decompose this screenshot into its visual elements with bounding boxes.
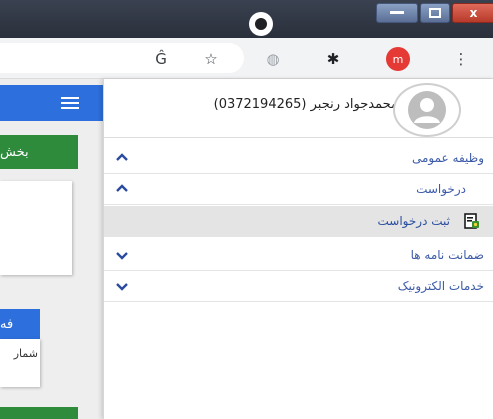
maximize-button[interactable] — [420, 3, 450, 23]
menu-item-guarantees[interactable]: ضمانت نامه ها — [104, 240, 493, 271]
chevron-up-icon — [116, 184, 128, 192]
nav-drawer: محمدجواد رنجبر (0372194265) وظیفه عمومی … — [103, 79, 493, 419]
globe-icon[interactable]: ◍ — [262, 48, 284, 70]
menu-item-label: ثبت درخواست — [377, 214, 451, 228]
user-name: محمدجواد رنجبر (0372194265) — [213, 97, 398, 112]
menu-item-general-duty[interactable]: وظیفه عمومی — [104, 143, 493, 174]
page-content-left: بخش فه شمار — [0, 79, 103, 419]
menu-item-label: ضمانت نامه ها — [410, 248, 484, 262]
close-button[interactable]: x — [452, 3, 493, 23]
menu-toggle-button[interactable] — [0, 85, 103, 121]
content-card — [0, 181, 72, 275]
browser-toolbar: Ĝ ☆ ◍ ✱ m ⋮ — [0, 38, 493, 79]
menu-item-e-services[interactable]: خدمات الکترونیک — [104, 271, 493, 302]
chevron-down-icon — [116, 252, 128, 260]
maximize-icon — [429, 8, 441, 18]
menu-item-label: درخواست — [416, 182, 466, 196]
puzzle-icon[interactable]: ✱ — [322, 48, 344, 70]
chevron-down-icon — [116, 283, 128, 291]
info-card: شمار — [0, 339, 40, 387]
list-tab[interactable]: فه — [0, 309, 40, 339]
bottom-green-bar[interactable] — [0, 407, 78, 419]
translate-icon[interactable]: Ĝ — [150, 48, 172, 70]
profile-avatar[interactable]: m — [386, 47, 410, 71]
more-vert-icon[interactable]: ⋮ — [450, 48, 472, 70]
incognito-profile-icon[interactable] — [249, 12, 273, 36]
user-avatar-icon[interactable] — [393, 83, 461, 137]
section-tab[interactable]: بخش — [0, 135, 78, 169]
user-header: محمدجواد رنجبر (0372194265) — [104, 79, 493, 138]
minimize-icon — [390, 11, 404, 14]
hamburger-icon — [61, 94, 79, 112]
menu-item-label: وظیفه عمومی — [411, 151, 484, 165]
menu-item-submit-request[interactable]: ثبت درخواست — [104, 206, 493, 237]
minimize-button[interactable] — [376, 3, 418, 23]
menu-item-label: خدمات الکترونیک — [397, 279, 484, 293]
close-icon: x — [469, 6, 478, 20]
document-lock-icon — [464, 213, 479, 229]
star-icon[interactable]: ☆ — [200, 48, 222, 70]
window-titlebar: x — [0, 0, 493, 38]
menu-item-request[interactable]: درخواست — [104, 174, 493, 205]
chevron-up-icon — [116, 153, 128, 161]
